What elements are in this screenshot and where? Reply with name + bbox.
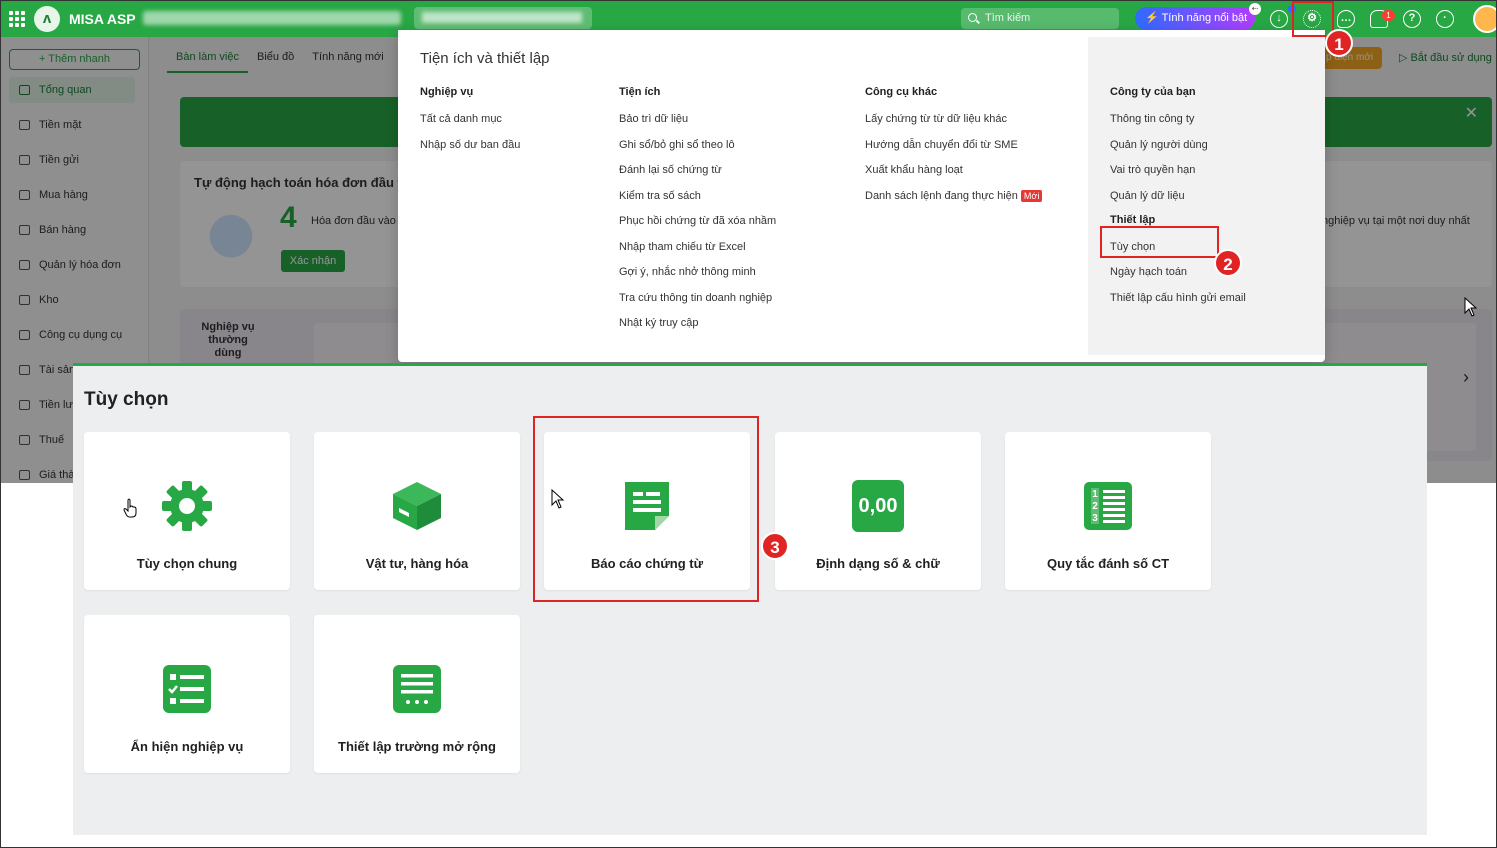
option-card-extended-fields[interactable]: Thiết lập trường mở rộng — [314, 615, 520, 773]
menu-user-management[interactable]: Quản lý người dùng — [1110, 138, 1246, 164]
annotation-step-1: 1 — [1325, 29, 1353, 57]
annotation-box-options — [1100, 226, 1219, 258]
menu-all-categories[interactable]: Tất cả danh mục — [420, 112, 520, 138]
search-input[interactable]: Tìm kiếm — [961, 8, 1119, 29]
pointer-cursor-icon — [1464, 297, 1478, 317]
option-label: Thiết lập trường mở rộng — [338, 739, 496, 754]
col-other-tools: Công cụ khác Lấy chứng từ từ dữ liệu khá… — [865, 86, 1043, 215]
option-card-general[interactable]: Tùy chọn chung — [84, 432, 290, 590]
col-operations: Nghiệp vụ Tất cả danh mục Nhập số dư ban… — [420, 86, 520, 163]
app-name: MISA ASP — [69, 11, 136, 27]
company-name-blurred — [143, 11, 401, 25]
option-card-show-hide[interactable]: Ẩn hiện nghiệp vụ — [84, 615, 290, 773]
notification-badge: 1 — [1382, 10, 1395, 21]
app-grid-icon[interactable] — [9, 11, 25, 27]
hand-cursor-icon — [123, 498, 137, 518]
menu-email-config[interactable]: Thiết lập cấu hình gửi email — [1110, 291, 1246, 317]
misa-logo: ʌ — [34, 6, 60, 32]
gear-icon — [162, 481, 212, 531]
annotation-box-gear — [1292, 1, 1334, 37]
option-label: Định dạng số & chữ — [816, 556, 940, 571]
annotation-step-2: 2 — [1214, 249, 1242, 277]
menu-business-lookup[interactable]: Tra cứu thông tin doanh nghiệp — [619, 291, 776, 317]
menu-smart-reminder[interactable]: Gợi ý, nhắc nhở thông minh — [619, 265, 776, 291]
col-heading: Công cụ khác — [865, 86, 938, 98]
svg-text:2: 2 — [1092, 501, 1098, 512]
close-feature-icon[interactable]: ⇠ — [1249, 3, 1261, 15]
chat-icon[interactable]: … — [1337, 10, 1355, 28]
menu-data-management[interactable]: Quản lý dữ liệu — [1110, 189, 1246, 215]
form-icon — [393, 665, 441, 713]
menu-access-log[interactable]: Nhật ký truy cập — [619, 316, 776, 342]
col-heading: Tiện ích — [619, 86, 661, 98]
menu-batch-post[interactable]: Ghi sổ/bỏ ghi sổ theo lô — [619, 138, 776, 164]
col-heading: Công ty của bạn — [1110, 86, 1196, 98]
menu-maintenance[interactable]: Bảo trì dữ liệu — [619, 112, 776, 138]
more-icon[interactable]: · — [1436, 10, 1454, 28]
option-label: Vật tư, hàng hóa — [365, 556, 469, 571]
svg-text:3: 3 — [1092, 513, 1098, 524]
menu-check-books[interactable]: Kiểm tra số sách — [619, 189, 776, 215]
menu-opening-balance[interactable]: Nhập số dư ban đầu — [420, 138, 520, 164]
col-utilities: Tiện ích Bảo trì dữ liệu Ghi sổ/bỏ ghi s… — [619, 86, 776, 342]
number-format-icon: 0,00 — [852, 480, 904, 532]
database-selector-blurred[interactable] — [414, 7, 592, 29]
svg-text:1: 1 — [1092, 489, 1098, 500]
col-heading: Nghiệp vụ — [420, 86, 474, 98]
option-card-numbering-rule[interactable]: 1 2 3 Quy tắc đánh số CT — [1005, 432, 1211, 590]
search-icon — [968, 13, 977, 22]
menu-roles[interactable]: Vai trò quyền hạn — [1110, 163, 1246, 189]
new-badge: Mới — [1020, 189, 1043, 202]
option-label: Tùy chọn chung — [136, 556, 238, 571]
numbered-list-icon: 1 2 3 — [1084, 482, 1132, 530]
menu-get-vouchers[interactable]: Lấy chứng từ từ dữ liệu khác — [865, 112, 1042, 138]
menu-renumber[interactable]: Đánh lại số chứng từ — [619, 163, 776, 189]
dropdown-title: Tiện ích và thiết lập — [420, 50, 550, 67]
menu-running-commands[interactable]: Danh sách lệnh đang thực hiện Mới — [865, 189, 1043, 215]
options-title: Tùy chọn — [84, 389, 169, 410]
menu-sme-guide[interactable]: Hướng dẫn chuyển đổi từ SME — [865, 138, 1042, 164]
company-settings-panel: Công ty của bạn Thông tin công ty Quản l… — [1088, 37, 1325, 355]
box-icon — [393, 482, 441, 530]
screenshot-frame: ʌ MISA ASP Tìm kiếm ⚡ Tính năng nổi bật … — [0, 0, 1497, 848]
settings-dropdown: Tiện ích và thiết lập Nghiệp vụ Tất cả d… — [398, 30, 1325, 362]
col-company: Công ty của bạn Thông tin công ty Quản l… — [1110, 86, 1246, 316]
menu-bulk-export[interactable]: Xuất khẩu hàng loạt — [865, 163, 1042, 189]
menu-company-info[interactable]: Thông tin công ty — [1110, 112, 1246, 138]
annotation-step-3: 3 — [761, 532, 789, 560]
pointer-cursor-icon — [551, 489, 565, 509]
featured-button[interactable]: ⚡ Tính năng nổi bật — [1135, 7, 1255, 30]
avatar[interactable] — [1473, 5, 1496, 33]
option-label: Quy tắc đánh số CT — [1046, 556, 1170, 571]
annotation-box-voucher-report — [533, 416, 759, 602]
help-icon[interactable]: ? — [1403, 10, 1421, 28]
option-card-inventory[interactable]: Vật tư, hàng hóa — [314, 432, 520, 590]
menu-import-excel[interactable]: Nhập tham chiếu từ Excel — [619, 240, 776, 266]
menu-restore[interactable]: Phục hồi chứng từ đã xóa nhầm — [619, 214, 776, 240]
checklist-icon — [163, 665, 211, 713]
option-card-number-format[interactable]: 0,00 Định dạng số & chữ — [775, 432, 981, 590]
option-label: Ẩn hiện nghiệp vụ — [130, 739, 244, 754]
download-icon[interactable]: ↓ — [1270, 10, 1288, 28]
